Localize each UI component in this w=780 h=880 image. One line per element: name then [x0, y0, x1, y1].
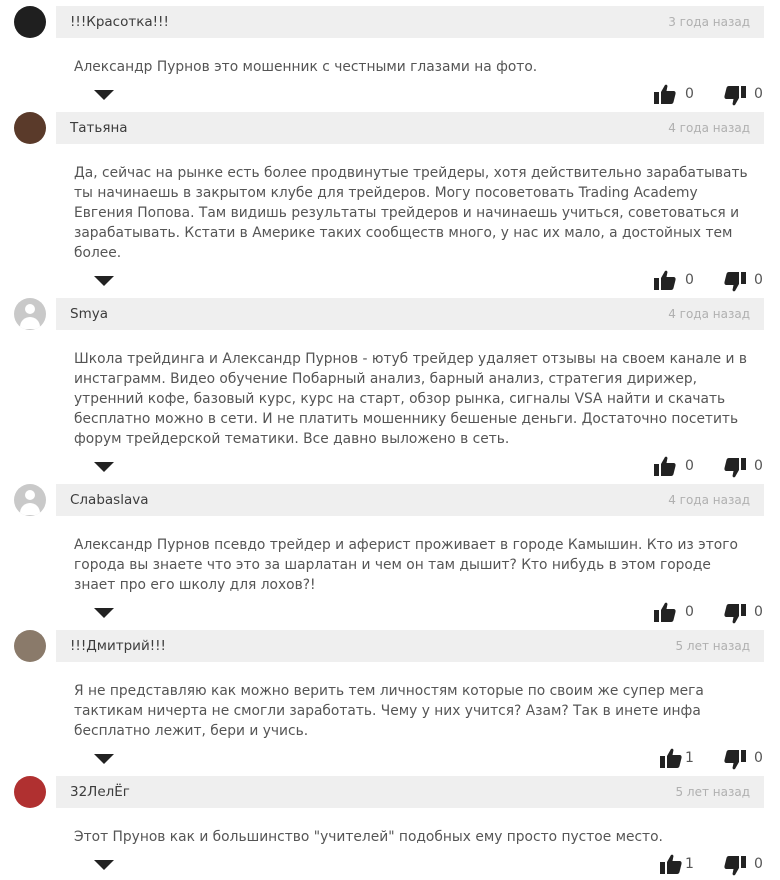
user-head-shape: [25, 490, 35, 500]
expand-triangle-icon[interactable]: [94, 276, 114, 286]
like-count: 0: [685, 272, 694, 288]
dislike-count: 0: [754, 604, 763, 620]
comment: !!!Дмитрий!!! 5 лет назад Я не представл…: [0, 624, 780, 770]
comment-author[interactable]: Smya: [70, 306, 108, 322]
avatar[interactable]: [14, 630, 46, 662]
comment-author[interactable]: !!!Красотка!!!: [70, 14, 169, 30]
comment-author[interactable]: 32ЛелЁг: [70, 784, 130, 800]
dislike-count: 0: [754, 458, 763, 474]
expand-triangle-icon[interactable]: [94, 754, 114, 764]
like-count: 1: [685, 856, 694, 872]
like-thumb-up-icon[interactable]: [660, 748, 682, 768]
comment: Татьяна 4 года назад Да, сейчас на рынке…: [0, 106, 780, 292]
expand-triangle-icon[interactable]: [94, 90, 114, 100]
comment-header: Татьяна 4 года назад: [56, 112, 764, 144]
comment-text: Школа трейдинга и Александр Пурнов - юту…: [74, 351, 748, 447]
like-thumb-up-icon[interactable]: [654, 456, 676, 476]
like-count: 0: [685, 458, 694, 474]
like-count: 0: [685, 604, 694, 620]
comment: Smya 4 года назад Школа трейдинга и Алек…: [0, 292, 780, 478]
comment-text: Да, сейчас на рынке есть более продвинут…: [74, 165, 748, 261]
user-head-shape: [25, 304, 35, 314]
avatar[interactable]: [14, 112, 46, 144]
comment-date: 5 лет назад: [675, 639, 750, 653]
dislike-count: 0: [754, 750, 763, 766]
avatar[interactable]: [14, 298, 46, 330]
avatar[interactable]: [14, 6, 46, 38]
comment: !!!Красотка!!! 3 года назад Александр Пу…: [0, 0, 780, 106]
comment-date: 5 лет назад: [675, 785, 750, 799]
user-body-shape: [20, 503, 40, 515]
comment-header: Smya 4 года назад: [56, 298, 764, 330]
expand-triangle-icon[interactable]: [94, 462, 114, 472]
comment-text: Этот Прунов как и большинство "учителей"…: [74, 829, 663, 845]
comment-date: 4 года назад: [668, 493, 750, 507]
like-count: 1: [685, 750, 694, 766]
comment-header: 32ЛелЁг 5 лет назад: [56, 776, 764, 808]
expand-triangle-icon[interactable]: [94, 860, 114, 870]
dislike-thumb-down-icon[interactable]: [724, 272, 746, 292]
like-thumb-up-icon[interactable]: [654, 84, 676, 104]
dislike-thumb-down-icon[interactable]: [724, 458, 746, 478]
comment-date: 4 года назад: [668, 307, 750, 321]
like-count: 0: [685, 86, 694, 102]
avatar[interactable]: [14, 776, 46, 808]
dislike-thumb-down-icon[interactable]: [724, 86, 746, 106]
comment-text: Александр Пурнов псевдо трейдер и аферис…: [74, 537, 738, 593]
comment: 32ЛелЁг 5 лет назад Этот Прунов как и бо…: [0, 770, 780, 876]
comment: Слаbaslava 4 года назад Александр Пурнов…: [0, 478, 780, 624]
comment-text: Я не представляю как можно верить тем ли…: [74, 683, 704, 739]
comment-author[interactable]: !!!Дмитрий!!!: [70, 638, 166, 654]
comment-author[interactable]: Татьяна: [70, 120, 128, 136]
dislike-count: 0: [754, 856, 763, 872]
avatar[interactable]: [14, 484, 46, 516]
dislike-thumb-down-icon[interactable]: [724, 604, 746, 624]
like-thumb-up-icon[interactable]: [660, 854, 682, 874]
comment-date: 4 года назад: [668, 121, 750, 135]
dislike-count: 0: [754, 86, 763, 102]
comment-text: Александр Пурнов это мошенник с честными…: [74, 59, 538, 75]
like-thumb-up-icon[interactable]: [654, 602, 676, 622]
expand-triangle-icon[interactable]: [94, 608, 114, 618]
comment-author[interactable]: Слаbaslava: [70, 492, 149, 508]
like-thumb-up-icon[interactable]: [654, 270, 676, 290]
dislike-thumb-down-icon[interactable]: [724, 750, 746, 770]
dislike-count: 0: [754, 272, 763, 288]
comment-header: !!!Дмитрий!!! 5 лет назад: [56, 630, 764, 662]
comment-date: 3 года назад: [668, 15, 750, 29]
comment-header: !!!Красотка!!! 3 года назад: [56, 6, 764, 38]
user-body-shape: [20, 317, 40, 329]
comment-header: Слаbaslava 4 года назад: [56, 484, 764, 516]
dislike-thumb-down-icon[interactable]: [724, 856, 746, 876]
